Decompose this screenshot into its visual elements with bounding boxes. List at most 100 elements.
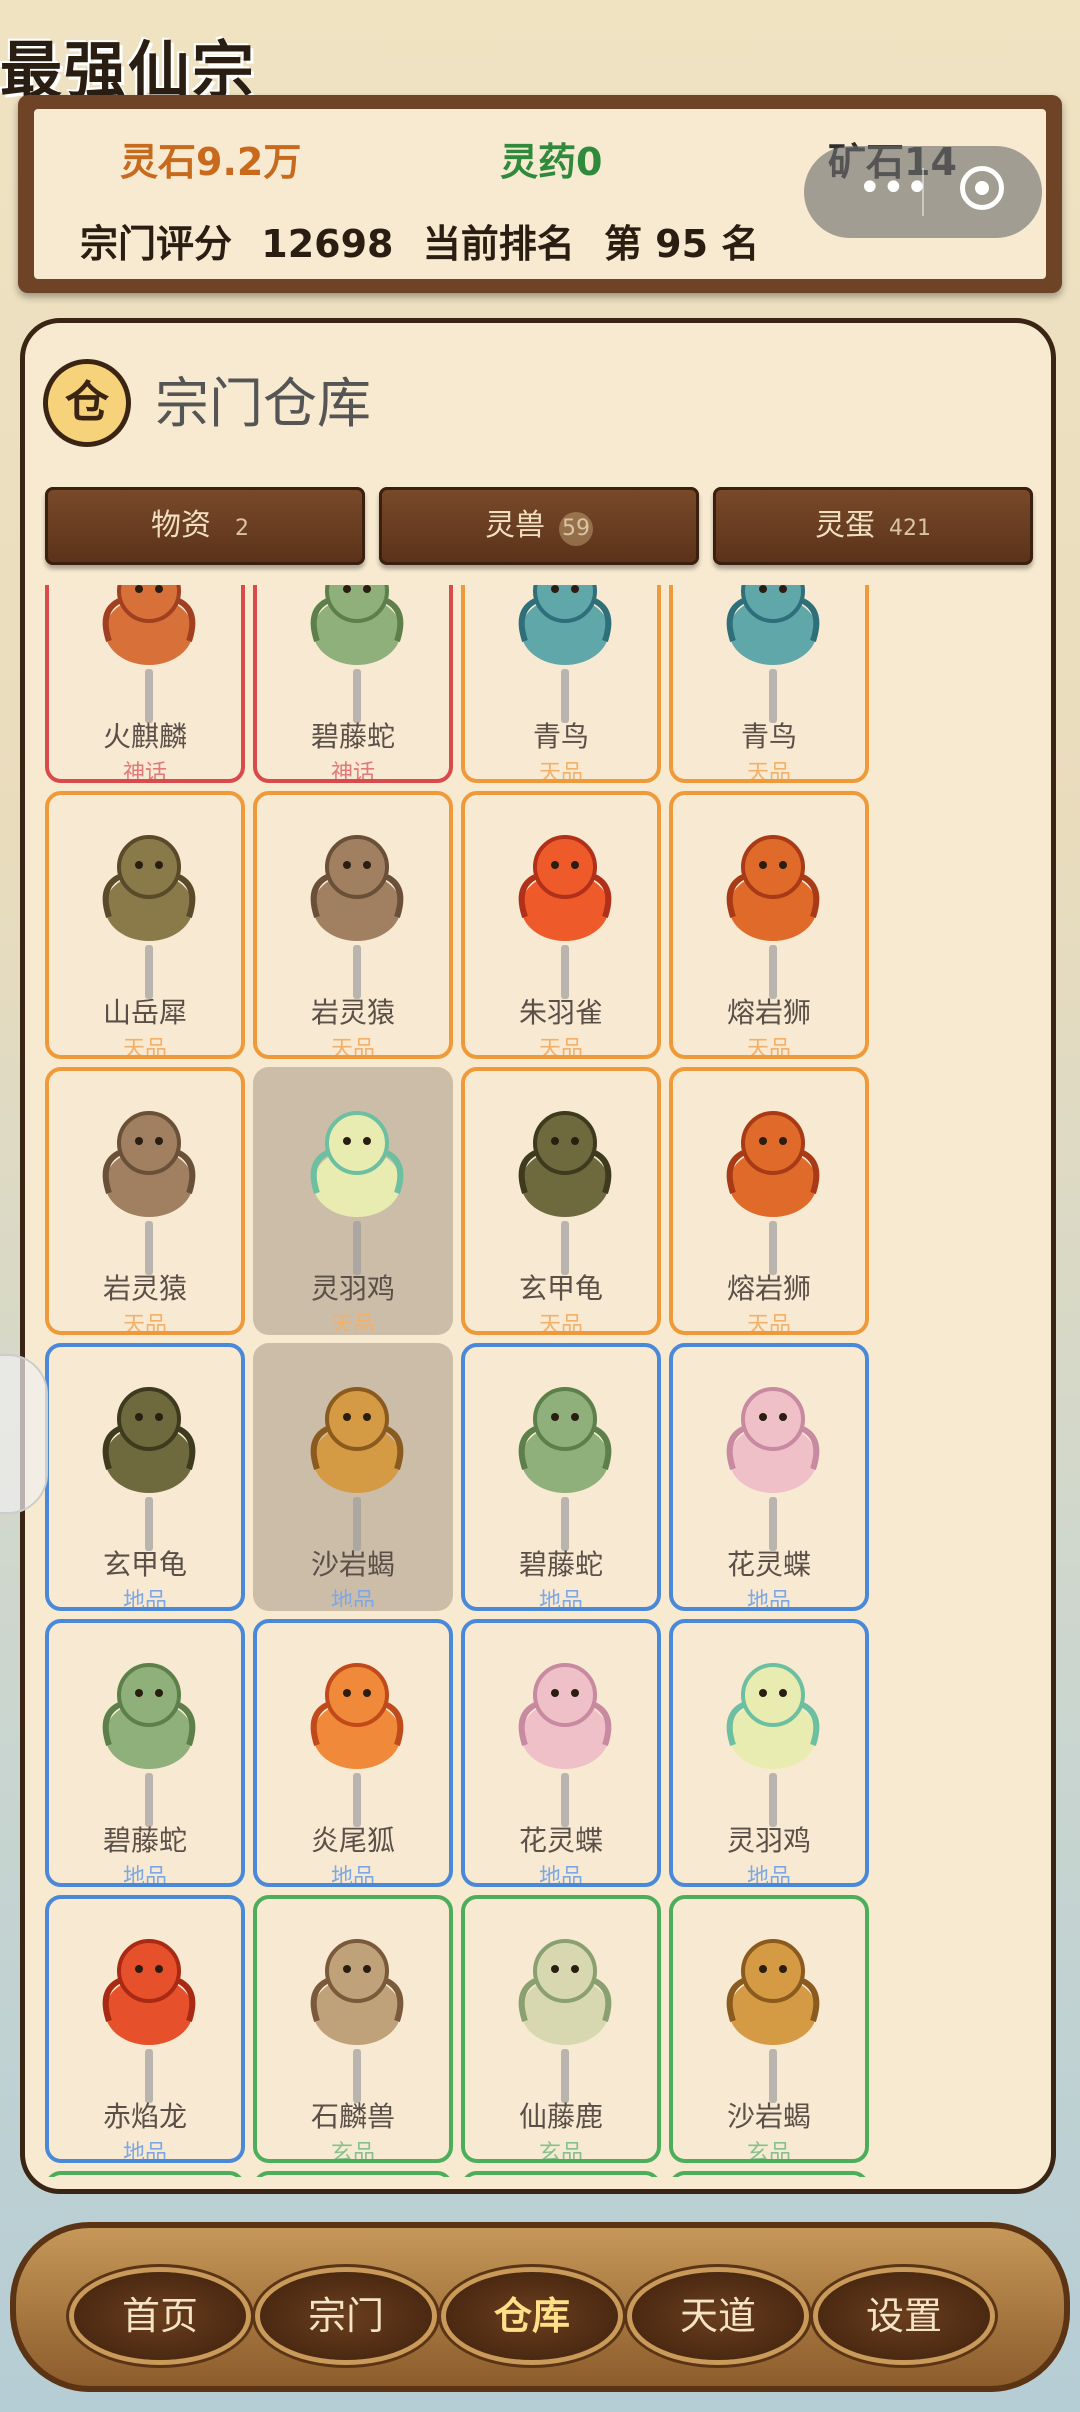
turtle-icon	[518, 1111, 612, 1217]
beast-card[interactable]	[461, 2171, 661, 2177]
tab-label: 灵蛋	[815, 508, 875, 543]
beast-name: 山岳犀	[102, 996, 187, 1029]
chick-icon	[726, 1663, 820, 1769]
beast-card[interactable]: 石麟兽 玄品	[253, 1895, 453, 2163]
butterfly-icon	[518, 1663, 612, 1769]
beast-card[interactable]: 花灵蝶 地品	[461, 1619, 661, 1887]
beast-card[interactable]: 灵羽鸡 天品	[253, 1067, 453, 1335]
beast-tier: 玄品	[538, 2141, 583, 2163]
ranking-row: 宗门评分 12698 当前排名 第 95 名	[80, 213, 775, 268]
side-drawer-handle[interactable]	[0, 1354, 48, 1514]
beast-tier: 天品	[122, 1313, 167, 1335]
nav-home[interactable]: 首页	[74, 2272, 246, 2360]
beast-card[interactable]: 赤焰龙 地品	[45, 1895, 245, 2163]
beast-grid: 火麒麟 神话 碧藤蛇 神话 青鸟 天品 青鸟 天品 山岳犀 天品 岩灵猿 天品 朱羽雀 天品 熔岩狮 天品 岩灵…	[45, 585, 869, 2177]
beast-card[interactable]: 岩灵猿 天品	[253, 791, 453, 1059]
beast-card[interactable]	[253, 2171, 453, 2177]
beast-card[interactable]: 碧藤蛇 神话	[253, 585, 453, 783]
bottom-nav: 首页 宗门 仓库 天道 设置	[0, 2212, 1080, 2412]
beast-name: 沙岩蝎	[310, 1548, 395, 1581]
vine-snake-icon	[518, 1387, 612, 1493]
beast-card[interactable]: 熔岩狮 天品	[669, 1067, 869, 1335]
lion-icon	[726, 835, 820, 941]
beast-tier: 地品	[122, 1589, 167, 1611]
beast-tier: 神话	[330, 761, 375, 783]
warehouse-icon: 仓	[43, 359, 131, 447]
chick-icon	[310, 1111, 404, 1217]
more-options-icon[interactable]: •••	[858, 168, 929, 208]
vine-snake-icon	[310, 585, 404, 665]
beast-name: 熔岩狮	[726, 996, 811, 1029]
monkey-icon	[310, 835, 404, 941]
beast-card[interactable]	[45, 2171, 245, 2177]
scorpion-icon	[726, 1939, 820, 2045]
beast-name: 炎尾狐	[310, 1824, 395, 1857]
rhino-icon	[102, 835, 196, 941]
spirit-herb-amount: 灵药0	[500, 140, 603, 184]
dragon-icon	[102, 1939, 196, 2045]
lion-icon	[726, 1111, 820, 1217]
beast-tier: 地品	[122, 1865, 167, 1887]
beast-card[interactable]: 火麒麟 神话	[45, 585, 245, 783]
qilin-icon	[102, 585, 196, 665]
beast-card[interactable]: 山岳犀 天品	[45, 791, 245, 1059]
beast-card[interactable]: 碧藤蛇 地品	[461, 1343, 661, 1611]
phoenix-icon	[518, 835, 612, 941]
beast-name: 碧藤蛇	[518, 1548, 603, 1581]
beast-tier: 地品	[330, 1589, 375, 1611]
beast-card[interactable]: 玄甲龟 天品	[461, 1067, 661, 1335]
beast-card[interactable]: 灵羽鸡 地品	[669, 1619, 869, 1887]
nav-settings[interactable]: 设置	[818, 2272, 990, 2360]
beast-name: 青鸟	[532, 720, 589, 753]
tab-label: 灵兽	[485, 508, 545, 543]
beast-name: 沙岩蝎	[726, 2100, 811, 2133]
stone-lion-icon	[310, 1939, 404, 2045]
beast-card[interactable]: 岩灵猿 天品	[45, 1067, 245, 1335]
beast-tier: 天品	[538, 1037, 583, 1059]
beast-card[interactable]: 玄甲龟 地品	[45, 1343, 245, 1611]
tab-spirit-beasts[interactable]: 灵兽 59	[379, 487, 699, 565]
nav-heavenly-dao[interactable]: 天道	[632, 2272, 804, 2360]
tab-count: 421	[889, 516, 931, 541]
beast-name: 碧藤蛇	[310, 720, 395, 753]
beast-grid-viewport[interactable]: 火麒麟 神话 碧藤蛇 神话 青鸟 天品 青鸟 天品 山岳犀 天品 岩灵猿 天品 朱羽雀 天品 熔岩狮 天品 岩灵…	[45, 585, 925, 2177]
butterfly-icon	[726, 1387, 820, 1493]
beast-tier: 天品	[538, 761, 583, 783]
tab-spirit-eggs[interactable]: 灵蛋 421	[713, 487, 1033, 565]
beast-card[interactable]: 朱羽雀 天品	[461, 791, 661, 1059]
beast-card[interactable]: 青鸟 天品	[669, 585, 869, 783]
tab-count: 2	[235, 516, 249, 541]
beast-name: 碧藤蛇	[102, 1824, 187, 1857]
beast-card[interactable]: 碧藤蛇 地品	[45, 1619, 245, 1887]
tab-supplies[interactable]: 物资 2	[45, 487, 365, 565]
beast-card[interactable]: 花灵蝶 地品	[669, 1343, 869, 1611]
beast-card[interactable]: 沙岩蝎 玄品	[669, 1895, 869, 2163]
beast-tier: 天品	[746, 1037, 791, 1059]
mini-program-capsule: •••	[804, 146, 1042, 238]
beast-name: 玄甲龟	[102, 1548, 187, 1581]
azure-bird-icon	[518, 585, 612, 665]
beast-tier: 天品	[330, 1313, 375, 1335]
warehouse-title: 宗门仓库	[155, 372, 371, 435]
beast-card[interactable]: 炎尾狐 地品	[253, 1619, 453, 1887]
beast-tier: 天品	[538, 1313, 583, 1335]
score-label: 宗门评分	[80, 222, 233, 266]
beast-card[interactable]: 仙藤鹿 玄品	[461, 1895, 661, 2163]
beast-card[interactable]: 沙岩蝎 地品	[253, 1343, 453, 1611]
beast-tier: 天品	[330, 1037, 375, 1059]
capsule-divider	[922, 168, 924, 216]
beast-card[interactable]: 熔岩狮 天品	[669, 791, 869, 1059]
beast-tier: 地品	[330, 1865, 375, 1887]
beast-card[interactable]	[669, 2171, 869, 2177]
beast-name: 赤焰龙	[102, 2100, 187, 2133]
score-value: 12698	[261, 222, 394, 266]
close-target-icon[interactable]	[960, 166, 1004, 210]
beast-name: 花灵蝶	[518, 1824, 603, 1857]
nav-sect[interactable]: 宗门	[260, 2272, 432, 2360]
beast-card[interactable]: 青鸟 天品	[461, 585, 661, 783]
nav-warehouse[interactable]: 仓库	[446, 2272, 618, 2360]
beast-name: 花灵蝶	[726, 1548, 811, 1581]
monkey-icon	[102, 1111, 196, 1217]
beast-name: 熔岩狮	[726, 1272, 811, 1305]
scorpion-icon	[310, 1387, 404, 1493]
